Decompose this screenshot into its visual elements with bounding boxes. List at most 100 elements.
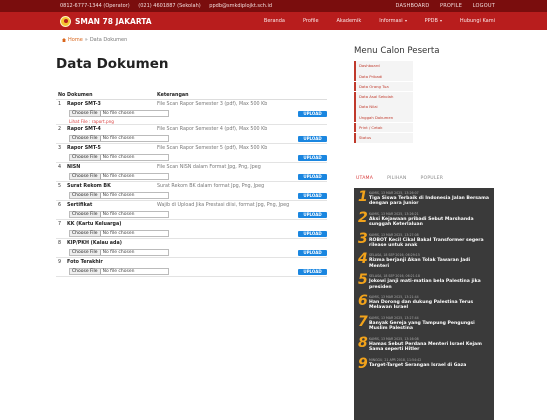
upload-button[interactable]: UPLOAD	[298, 154, 327, 161]
sidebar-item-data-pribadi[interactable]: Data Pribadi	[354, 71, 413, 81]
news-rank: 2	[358, 209, 368, 226]
row-info: 6 Sertifikat Wajib di Upload Jika Prestasi…	[56, 201, 327, 210]
table-row: 5 Surat Rekom BK Surat Rekom BK dalam form…	[56, 182, 327, 201]
nav-item-informasi[interactable]: Informasi	[370, 18, 407, 24]
sidebar-item-data-nilai[interactable]: Data Nilai	[354, 102, 413, 112]
logout-link[interactable]: LOGOUT	[473, 3, 495, 9]
sidebar-item-status[interactable]: Status	[354, 132, 413, 143]
document-name: Foto Terakhir	[67, 260, 103, 265]
upload-row: Choose File No file chosen UPLOAD	[56, 191, 327, 200]
upload-row: Choose File No file chosen UPLOAD	[56, 134, 327, 143]
table-row: 8 KIP/PKH (Kalau ada) Choose File No file c…	[56, 239, 327, 258]
nav-item-ppdb[interactable]: PPDB	[416, 18, 442, 24]
file-input[interactable]: Choose File No file chosen	[69, 110, 169, 117]
file-input[interactable]: Choose File No file chosen	[69, 173, 169, 180]
upload-button[interactable]: UPLOAD	[298, 211, 327, 218]
brand[interactable]: SMAN 78 JAKARTA	[60, 15, 152, 27]
file-input[interactable]: Choose File No file chosen	[69, 230, 169, 237]
choose-file-button[interactable]: Choose File	[70, 111, 101, 116]
news-item[interactable]: 2 KAMIS, 13 MAR 2025, 13:26:21 Aksi Kejawa…	[358, 209, 490, 228]
sidebar-item-data-asal-sekolah[interactable]: Data Asal Sekolah	[354, 91, 413, 102]
upload-row: Choose File No file chosen UPLOAD	[56, 109, 327, 118]
news-item[interactable]: 1 KAMIS, 13 MAR 2025, 13:26:07 Tiga Siswa …	[358, 190, 490, 207]
sidebar-item-data-orang-tua[interactable]: Data Orang Tua	[354, 81, 413, 92]
news-headline[interactable]: Banyak Gereja yang Tampung Pengungsi Mus…	[369, 321, 490, 332]
news-date: SELASA, 18 SEP 2016, 06:29:15	[369, 253, 420, 258]
choose-file-button[interactable]: Choose File	[70, 269, 101, 274]
breadcrumb-current: Data Dokumen	[89, 37, 128, 43]
document-description: File Scan Rapor Semester 4 (pdf), Max 50…	[157, 127, 268, 132]
news-headline[interactable]: Jokowi janji mati-matian bela Palestina …	[369, 279, 490, 290]
nav-item-profile[interactable]: Profile	[294, 18, 319, 24]
sidebar: Menu Calon Peserta Dashboard Data Pribadi…	[354, 46, 494, 143]
choose-file-button[interactable]: Choose File	[70, 212, 101, 217]
file-input[interactable]: Choose File No file chosen	[69, 249, 169, 256]
file-status: No file chosen	[102, 212, 135, 217]
file-input[interactable]: Choose File No file chosen	[69, 192, 169, 199]
news-rank: 5	[358, 272, 368, 289]
sidebar-item-dashboard[interactable]: Dashboard	[354, 61, 413, 71]
school-phone: (021) 4601887 (Sekolah)	[138, 3, 201, 9]
choose-file-button[interactable]: Choose File	[70, 136, 101, 141]
choose-file-button[interactable]: Choose File	[70, 155, 101, 160]
upload-button[interactable]: UPLOAD	[298, 173, 327, 180]
sidebar-item-unggah-dokumen[interactable]: Unggah Dokumen	[354, 112, 413, 123]
news-headline[interactable]: Rizma berjanji Akan Tolak Tawaran Jadi M…	[369, 258, 490, 269]
upload-button[interactable]: UPLOAD	[298, 110, 327, 117]
news-item[interactable]: 9 MINGGU, 21 APR 2018, 11:54:42 Target-Tar…	[358, 357, 490, 371]
news-date: MINGGU, 21 APR 2018, 11:54:42	[369, 357, 422, 362]
news-body: KAMIS, 13 MAR 2025, 13:16:08 Hamas Sebut …	[369, 337, 490, 353]
news-headline[interactable]: Tiga Siswa Terbaik di Indonesia Jalan Be…	[369, 196, 490, 207]
row-info: 8 KIP/PKH (Kalau ada)	[56, 239, 327, 248]
tab-populer[interactable]: POPULER	[421, 176, 444, 181]
row-number: 7	[58, 222, 62, 227]
choose-file-button[interactable]: Choose File	[70, 250, 101, 255]
profile-link[interactable]: PROFILE	[440, 3, 462, 9]
file-input[interactable]: Choose File No file chosen	[69, 211, 169, 218]
upload-button[interactable]: UPLOAD	[298, 249, 327, 256]
nav-item-hubungi-kami[interactable]: Hubungi Kami	[451, 18, 495, 24]
news-headline[interactable]: Aksi Kejawaan pribadi Sebut Marshanda su…	[369, 217, 490, 228]
upload-button[interactable]: UPLOAD	[298, 268, 327, 275]
file-status: No file chosen	[102, 136, 135, 141]
document-name: Surat Rekom BK	[67, 184, 111, 189]
document-name: Rapor SMT-5	[67, 146, 101, 151]
news-headline[interactable]: Han Dorong dan dukung Palestina Terus Me…	[369, 300, 490, 311]
choose-file-button[interactable]: Choose File	[70, 231, 101, 236]
table-row: 3 Rapor SMT-5 File Scan Rapor Semester 5 (…	[56, 144, 327, 163]
nav-item-akademik[interactable]: Akademik	[328, 18, 362, 24]
table-row: 9 Foto Terakhir Choose File No file chosen U…	[56, 258, 327, 277]
row-info: 2 Rapor SMT-4 File Scan Rapor Semester 4 (…	[56, 125, 327, 134]
news-item[interactable]: 5 SELASA, 18 SEP 2016, 06:21:18 Jokowi jan…	[358, 272, 490, 290]
dashboard-link[interactable]: DASHBOARD	[396, 3, 430, 9]
file-status: No file chosen	[102, 193, 135, 198]
view-file-link[interactable]: Lihat File : raport.png	[56, 118, 327, 124]
news-item[interactable]: 3 KAMIS, 13 MAR 2025, 13:27:08 ROBOT Kecil…	[358, 232, 490, 249]
file-input[interactable]: Choose File No file chosen	[69, 154, 169, 161]
news-item[interactable]: 7 KAMIS, 13 MAR 2025, 13:27:44 Banyak Gere…	[358, 315, 490, 332]
contact-email[interactable]: ppdb@smkdiplojkt.sch.id	[209, 3, 272, 9]
news-headline[interactable]: ROBOT Kecil Cikal Bakal Transformer sege…	[369, 238, 490, 249]
upload-button[interactable]: UPLOAD	[298, 230, 327, 237]
document-description: File Scan Rapor Semester 3 (pdf), Max 50…	[157, 102, 268, 107]
breadcrumb-home[interactable]: Home	[62, 37, 83, 43]
file-input[interactable]: Choose File No file chosen	[69, 268, 169, 275]
file-input[interactable]: Choose File No file chosen	[69, 135, 169, 142]
news-body: SELASA, 18 SEP 2016, 06:29:15 Rizma berja…	[369, 253, 490, 269]
row-info: 5 Surat Rekom BK Surat Rekom BK dalam form…	[56, 182, 327, 191]
tab-utama[interactable]: UTAMA	[356, 176, 373, 181]
choose-file-button[interactable]: Choose File	[70, 174, 101, 179]
news-headline[interactable]: Target-Target Serangan Israel di Gaza	[369, 363, 490, 368]
upload-button[interactable]: UPLOAD	[298, 135, 327, 142]
choose-file-button[interactable]: Choose File	[70, 193, 101, 198]
page-title: Data Dokumen	[56, 56, 169, 72]
news-headline[interactable]: Hamas Sebut Perdana Menteri Israel Kejam…	[369, 342, 490, 353]
upload-button[interactable]: UPLOAD	[298, 192, 327, 199]
news-item[interactable]: 4 SELASA, 18 SEP 2016, 06:29:15 Rizma berj…	[358, 252, 490, 269]
news-item[interactable]: 8 KAMIS, 13 MAR 2025, 13:16:08 Hamas Sebut…	[358, 336, 490, 353]
sidebar-item-print-cetak[interactable]: Print / Cetak	[354, 122, 413, 133]
news-item[interactable]: 6 KAMIS, 13 MAR 2025, 13:21:44 Han Dorong …	[358, 294, 490, 311]
breadcrumb-separator: »	[84, 37, 88, 43]
nav-item-beranda[interactable]: Beranda	[255, 18, 285, 24]
tab-pilihan[interactable]: PILIHAN	[387, 176, 406, 181]
